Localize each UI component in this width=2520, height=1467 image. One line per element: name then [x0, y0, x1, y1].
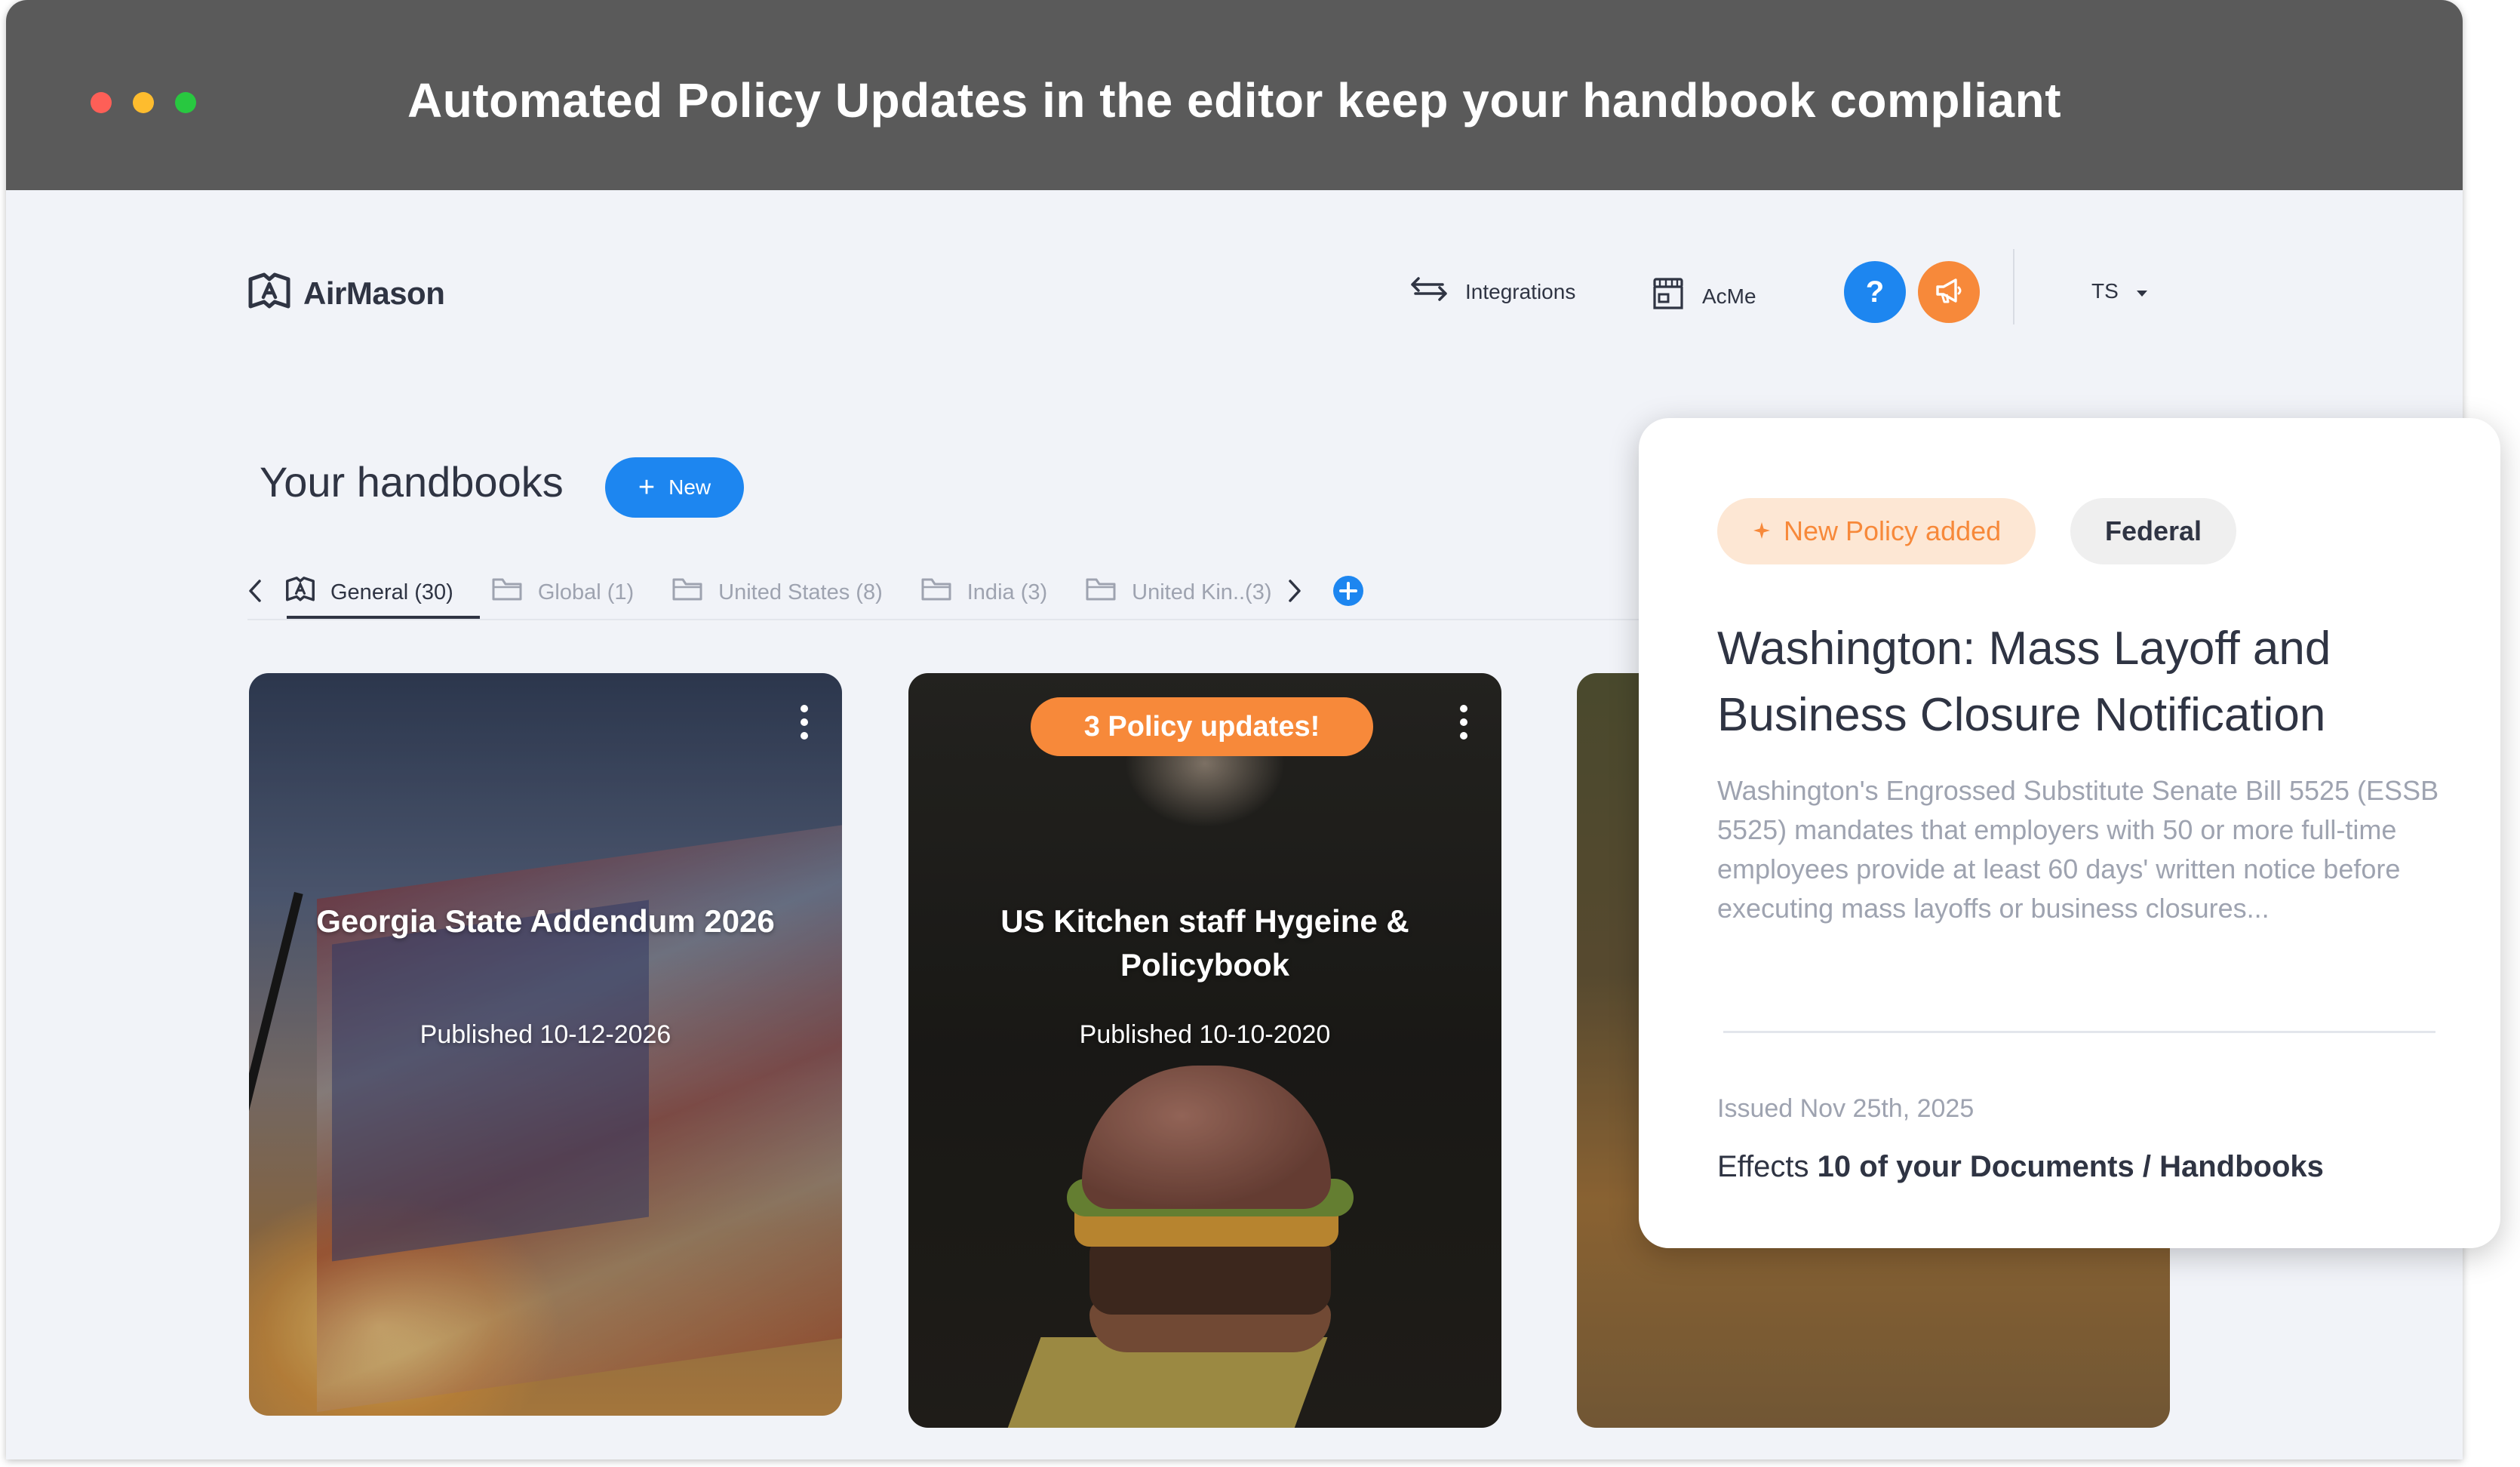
popover-divider	[1723, 1031, 2435, 1033]
policy-effects: Effects 10 of your Documents / Handbooks	[1717, 1150, 2324, 1184]
chevron-right-icon[interactable]	[1287, 578, 1302, 607]
active-tab-indicator	[287, 616, 480, 619]
nav-integrations-label: Integrations	[1465, 279, 1576, 303]
tab-india-label: India (3)	[967, 580, 1048, 604]
user-initials: TS	[2091, 279, 2119, 303]
airmason-logo-icon	[247, 272, 291, 315]
card-title: Georgia State Addendum 2026	[316, 903, 775, 939]
plus-icon: +	[638, 472, 656, 503]
tab-india[interactable]: India (3)	[920, 577, 1047, 608]
header-divider	[2013, 249, 2014, 324]
folder-icon	[671, 577, 703, 608]
window-title: Automated Policy Updates in the editor k…	[407, 73, 2061, 128]
policy-updates-badge[interactable]: 3 Policy updates!	[1031, 697, 1373, 756]
tab-global[interactable]: Global (1)	[491, 577, 634, 608]
tab-general[interactable]: General (30)	[285, 576, 453, 609]
more-vertical-icon[interactable]	[1456, 705, 1471, 740]
tab-global-label: Global (1)	[537, 580, 635, 604]
storefront-icon	[1651, 276, 1686, 316]
new-policy-tag: New Policy added	[1717, 498, 2036, 564]
tab-united-states-label: United States (8)	[718, 580, 883, 604]
nav-company-acme[interactable]: AcMe	[1651, 276, 1756, 316]
handbook-icon	[285, 576, 315, 609]
nav-integrations[interactable]: Integrations	[1409, 276, 1575, 307]
card-title: US Kitchen staff Hygeine & Policybook	[1000, 903, 1409, 983]
new-handbook-button[interactable]: + New	[605, 457, 744, 518]
effects-count: 10 of your Documents / Handbooks	[1817, 1150, 2324, 1183]
policy-description: Washington's Engrossed Substitute Senate…	[1717, 775, 2439, 924]
handbook-card[interactable]: 3 Policy updates! US Kitchen staff Hygei…	[908, 673, 1501, 1428]
card-overlay	[908, 673, 1501, 1428]
question-mark-icon: ?	[1865, 275, 1885, 309]
tab-general-label: General (30)	[330, 580, 453, 604]
caret-down-icon	[2135, 279, 2149, 303]
arrows-exchange-icon	[1409, 276, 1449, 307]
logo-text: AirMason	[303, 275, 445, 311]
tab-united-states[interactable]: United States (8)	[671, 577, 883, 608]
sparkle-icon	[1752, 515, 1772, 547]
card-published-date: Published 10-10-2020	[1079, 1020, 1331, 1049]
folder-icon	[920, 577, 952, 608]
airmason-logo[interactable]: AirMason	[247, 272, 445, 315]
help-button[interactable]: ?	[1844, 261, 1906, 323]
tab-united-kingdom-label: United Kin..(3)	[1132, 580, 1272, 604]
tabs-divider	[247, 619, 1681, 620]
policy-issued-date: Issued Nov 25th, 2025	[1717, 1094, 1975, 1123]
megaphone-icon	[1933, 275, 1965, 309]
folder-tabs: General (30) Global (1) United States (8…	[247, 564, 1364, 620]
page-title: Your handbooks	[260, 458, 564, 506]
user-menu[interactable]: TS	[2091, 279, 2149, 303]
folder-icon	[1085, 577, 1117, 608]
folder-icon	[491, 577, 523, 608]
tab-united-kingdom[interactable]: United Kin..(3)	[1085, 577, 1272, 608]
nav-acme-label: AcMe	[1702, 284, 1756, 308]
add-folder-button[interactable]	[1332, 575, 1364, 610]
more-vertical-icon[interactable]	[797, 705, 812, 740]
announcements-button[interactable]	[1918, 261, 1980, 323]
policy-title: Washington: Mass Layoff and Business Clo…	[1717, 623, 2331, 741]
policy-update-popover[interactable]: New Policy added Federal Washington: Mas…	[1639, 418, 2500, 1248]
category-tag: Federal	[2070, 498, 2237, 564]
new-button-label: New	[668, 475, 711, 499]
new-policy-tag-label: New Policy added	[1784, 515, 2002, 546]
effects-prefix: Effects	[1717, 1150, 1818, 1183]
card-published-date: Published 10-12-2026	[419, 1020, 671, 1049]
window-titlebar: Automated Policy Updates in the editor k…	[6, 0, 2463, 190]
chevron-left-icon[interactable]	[247, 578, 263, 607]
handbook-card[interactable]: Georgia State Addendum 2026 Published 10…	[249, 673, 842, 1416]
